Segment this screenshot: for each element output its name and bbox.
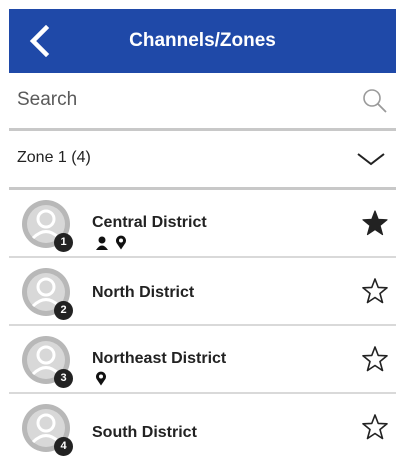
channel-number-badge: 1 [54,233,73,252]
search-input[interactable] [17,83,347,117]
channel-row[interactable]: 1 Central District [9,190,396,258]
search-bar [9,73,396,128]
app-header: Channels/Zones [9,9,396,73]
channel-number-badge: 4 [54,437,73,456]
channel-row[interactable]: 2 North District [9,258,396,326]
channel-row[interactable]: 4 South District [9,394,396,460]
channel-name: Northeast District [92,350,227,367]
channel-number-badge: 3 [54,369,73,388]
star-outline-icon[interactable] [362,414,388,440]
page-title: Channels/Zones [129,30,276,51]
location-pin-icon [116,235,126,250]
location-pin-icon [96,371,106,386]
chevron-left-icon [29,25,50,57]
channel-name: South District [92,424,197,441]
search-icon[interactable] [362,88,388,114]
star-filled-icon[interactable] [362,210,388,236]
person-icon [96,236,108,250]
channel-name: North District [92,284,195,301]
status-icons [95,371,107,386]
zone-label: Zone 1 (4) [17,149,91,166]
channel-list: 1 Central District 2 North District 3 No… [9,190,396,460]
star-outline-icon[interactable] [362,346,388,372]
status-icons [95,235,127,250]
zone-selector[interactable]: Zone 1 (4) [9,131,396,187]
channel-row[interactable]: 3 Northeast District [9,326,396,394]
star-outline-icon[interactable] [362,278,388,304]
back-button[interactable] [21,23,57,59]
channel-name: Central District [92,214,207,231]
channel-number-badge: 2 [54,301,73,320]
chevron-down-icon [357,153,385,166]
